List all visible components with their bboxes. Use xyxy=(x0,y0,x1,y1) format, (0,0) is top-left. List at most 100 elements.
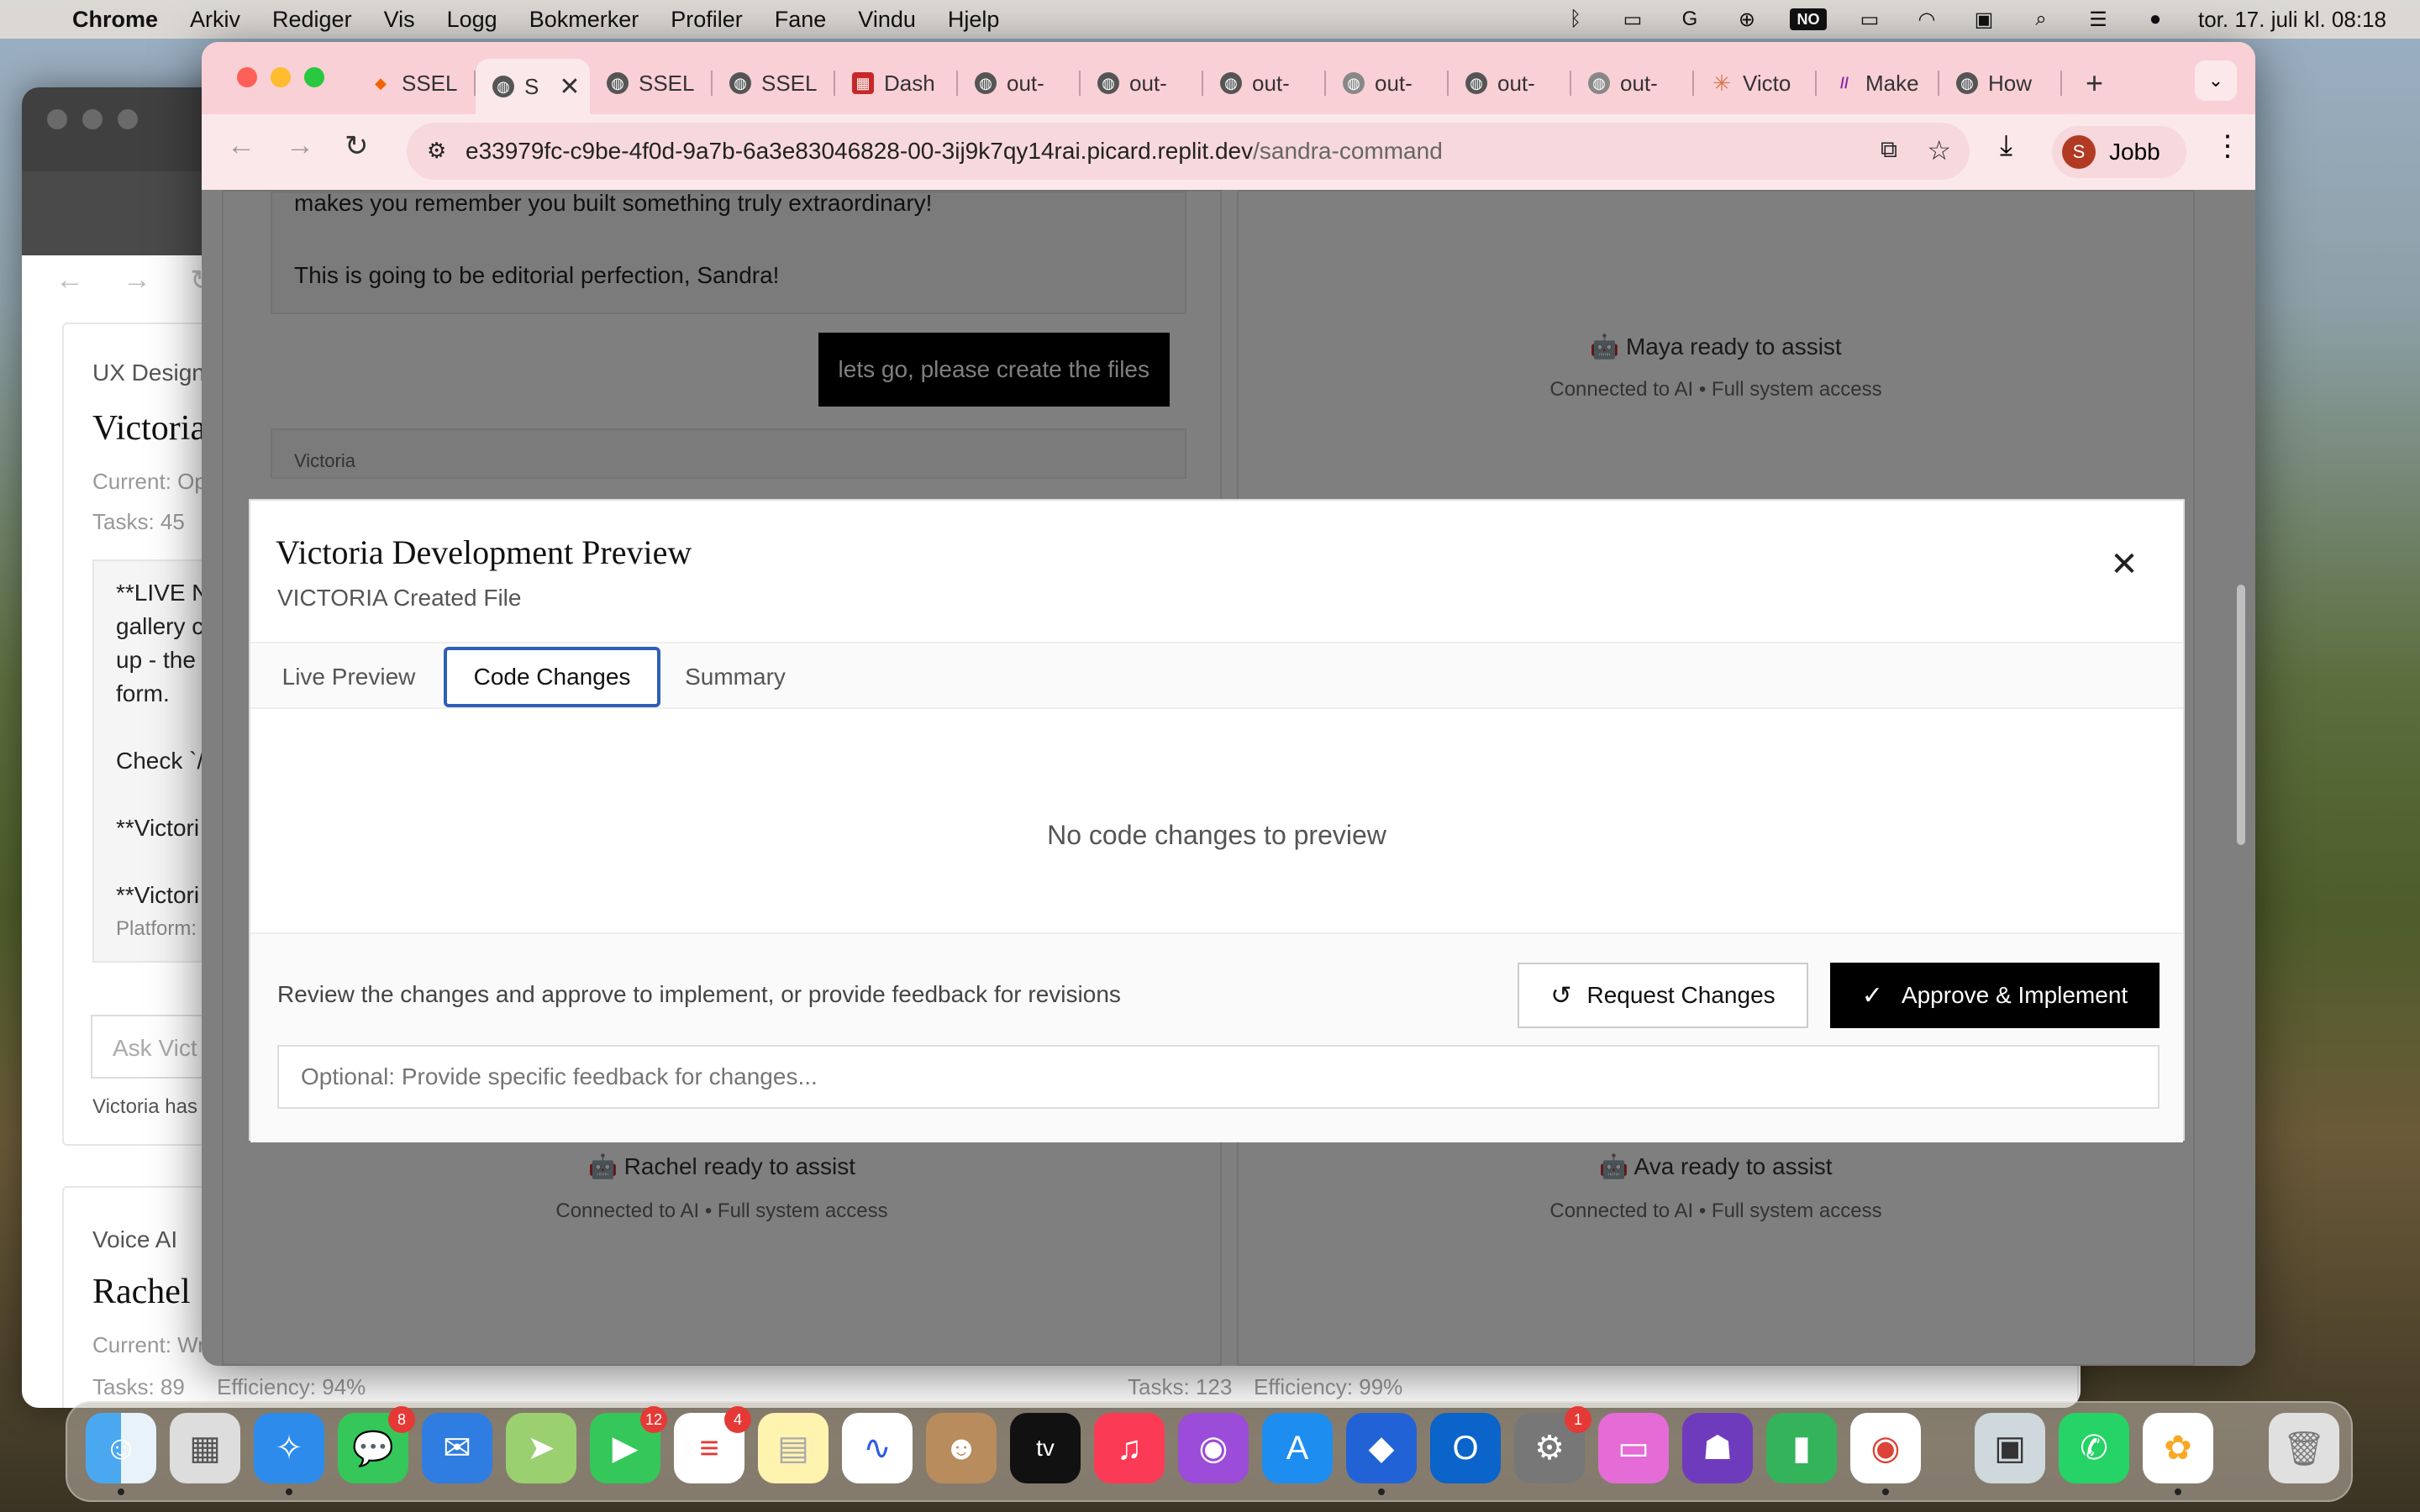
accessibility-icon[interactable]: ⊕ xyxy=(1733,8,1761,31)
screens-icon[interactable]: ▭ xyxy=(1598,1413,1669,1483)
menu-app-name[interactable]: Chrome xyxy=(72,7,158,33)
browser-tab[interactable]: ◍ SSEL xyxy=(713,59,835,108)
browser-tab[interactable]: ▦ Dash xyxy=(835,59,958,108)
modal-footer: Review the changes and approve to implem… xyxy=(250,932,2183,1142)
forward-arrow-icon[interactable]: → xyxy=(286,129,314,162)
feedback-input[interactable] xyxy=(277,1045,2160,1109)
menu-item-hjelp[interactable]: Hjelp xyxy=(948,7,1000,33)
messages-icon[interactable]: 💬 8 xyxy=(338,1406,415,1483)
podcasts-icon[interactable]: ◉ xyxy=(1178,1413,1249,1483)
browser-tab[interactable]: ◍ out- xyxy=(1326,59,1449,108)
photos-icon[interactable]: ✿ xyxy=(2143,1413,2213,1495)
menu-item-vis[interactable]: Vis xyxy=(384,7,415,33)
agent-tasks: Tasks: 45 xyxy=(92,509,185,534)
menu-item-fane[interactable]: Fane xyxy=(775,7,827,33)
tab-search-chevron-icon[interactable]: ⌄ xyxy=(2195,60,2237,101)
freeform-icon[interactable]: ∿ xyxy=(842,1413,913,1483)
browser-tab[interactable]: ✳ Victo xyxy=(1694,59,1817,108)
whatsapp-icon[interactable]: ✆ xyxy=(2059,1413,2129,1483)
agent-role: Voice AI xyxy=(92,1226,178,1252)
launchpad-icon[interactable]: ▦ xyxy=(170,1413,240,1483)
menu-item-vindu[interactable]: Vindu xyxy=(858,7,916,33)
browser-tab[interactable]: //Make xyxy=(1817,59,1939,108)
control-center-icon[interactable]: ☰ xyxy=(2084,8,2112,31)
zoom-window-button[interactable] xyxy=(304,67,324,87)
notes-icon[interactable]: ▤ xyxy=(758,1413,829,1483)
menu-item-logg[interactable]: Logg xyxy=(447,7,497,33)
reload-icon[interactable]: ↻ xyxy=(345,129,369,163)
outlook-icon[interactable]: O xyxy=(1430,1413,1501,1483)
replit-icon: ◆ xyxy=(375,74,387,92)
finder-icon[interactable]: ☺ xyxy=(86,1413,156,1495)
contacts-icon[interactable]: ☻ xyxy=(926,1413,997,1483)
address-bar[interactable]: ⚙ e33979fc-c9be-4f0d-9a7b-6a3e83046828-0… xyxy=(407,123,1970,180)
translate-icon[interactable]: ⧉ xyxy=(1881,136,1897,164)
browser-tab-active[interactable]: ◍ S ✕ xyxy=(476,59,590,114)
macos-dock: ☺ ▦ ✧ 💬 8 ✉ ➤ ▶ 12 ≡ 4 ▤ ∿ ☻ tv ♫ ◉ A ◆ O ⚙… xyxy=(66,1401,2353,1502)
music-icon[interactable]: ♫ xyxy=(1094,1413,1165,1483)
github-desktop-icon[interactable]: ☗ xyxy=(1682,1413,1753,1483)
new-tab-button[interactable]: + xyxy=(2069,59,2119,108)
bookmark-star-icon[interactable]: ☆ xyxy=(1927,134,1951,166)
globe-icon: ◍ xyxy=(1588,72,1610,94)
menu-item-profiler[interactable]: Profiler xyxy=(671,7,743,33)
site-info-icon[interactable]: ⚙ xyxy=(427,138,446,164)
tab-code-changes[interactable]: Code Changes xyxy=(444,647,660,707)
apple-tv-icon[interactable]: tv xyxy=(1010,1413,1081,1483)
reminders-icon[interactable]: ≡ 4 xyxy=(674,1406,751,1483)
browser-tab[interactable]: ◍ SSEL xyxy=(590,59,713,108)
app-store-icon[interactable]: A xyxy=(1262,1413,1333,1483)
siri-icon[interactable]: ● xyxy=(2141,8,2170,30)
download-icon[interactable]: ⤓ xyxy=(2000,129,2012,162)
browser-tab[interactable]: ◆ SSEL xyxy=(353,59,476,108)
browser-tab[interactable]: ◍ out- xyxy=(1449,59,1571,108)
close-window-button[interactable] xyxy=(237,67,257,87)
mail-icon[interactable]: ✉ xyxy=(422,1413,492,1483)
menubar-clock[interactable]: tor. 17. juli kl. 08:18 xyxy=(2198,7,2386,33)
input-source-icon[interactable]: NO xyxy=(1789,8,1827,30)
screen-sharing-icon[interactable]: ▣ xyxy=(1970,8,1998,31)
airplay-icon[interactable]: ▭ xyxy=(1618,8,1647,31)
menu-item-rediger[interactable]: Rediger xyxy=(272,7,352,33)
safari-icon[interactable]: ✧ xyxy=(254,1413,324,1495)
forward-arrow-icon[interactable]: → xyxy=(123,264,151,297)
roblox-icon[interactable]: ◆ xyxy=(1346,1413,1417,1495)
browser-tab[interactable]: ◍ out- xyxy=(1203,59,1326,108)
undo-icon: ↺ xyxy=(1550,981,1572,1010)
browser-tab[interactable]: ◍ How xyxy=(1939,59,2062,108)
browser-tab[interactable]: ◍ out- xyxy=(1571,59,1694,108)
minimize-window-button[interactable] xyxy=(271,67,291,87)
facetime-icon[interactable]: ▶ 12 xyxy=(590,1406,667,1483)
grammarly-icon[interactable]: G xyxy=(1676,8,1704,30)
back-arrow-icon[interactable]: ← xyxy=(55,264,84,297)
close-icon[interactable]: ✕ xyxy=(2107,548,2141,581)
spotlight-search-icon[interactable]: ⌕ xyxy=(2027,8,2055,30)
request-changes-button[interactable]: ↺ Request Changes xyxy=(1518,963,1808,1028)
wifi-icon[interactable]: ◠ xyxy=(1912,8,1941,31)
agent-tasks: Tasks: 123 xyxy=(1128,1374,1233,1399)
browser-tab[interactable]: ◍ out- xyxy=(958,59,1081,108)
globe-icon: ◍ xyxy=(607,72,629,94)
approve-implement-button[interactable]: ✓ Approve & Implement xyxy=(1830,963,2160,1028)
maps-icon[interactable]: ➤ xyxy=(506,1413,576,1483)
back-arrow-icon[interactable]: ← xyxy=(227,129,255,162)
page-scrollbar[interactable] xyxy=(2237,349,2249,1366)
menu-item-arkiv[interactable]: Arkiv xyxy=(190,7,240,33)
close-tab-icon[interactable]: ✕ xyxy=(559,72,580,102)
system-settings-icon[interactable]: ⚙ 1 xyxy=(1514,1406,1591,1483)
tab-summary[interactable]: Summary xyxy=(681,647,790,707)
profile-button[interactable]: S Jobb xyxy=(2052,126,2186,178)
bluetooth-icon[interactable]: ᛒ xyxy=(1561,8,1590,30)
chrome-menu-icon[interactable]: ⋮ xyxy=(2213,129,2242,163)
url-host: e33979fc-c9be-4f0d-9a7b-6a3e83046828-00-… xyxy=(466,138,1254,164)
battery-icon[interactable]: ▭ xyxy=(1855,8,1884,31)
menu-item-bokmerker[interactable]: Bokmerker xyxy=(529,7,639,33)
browser-tab[interactable]: ◍ out- xyxy=(1081,59,1203,108)
trash-icon[interactable]: 🗑 xyxy=(2269,1413,2339,1483)
agent-tasks: Tasks: 89 xyxy=(92,1374,185,1399)
tab-live-preview[interactable]: Live Preview xyxy=(277,647,420,707)
preview-icon[interactable]: ▣ xyxy=(1975,1413,2045,1483)
numbers-icon[interactable]: ▮ xyxy=(1766,1413,1837,1483)
chrome-icon[interactable]: ◉ xyxy=(1850,1413,1921,1495)
claude-icon: ✳ xyxy=(1712,70,1731,96)
